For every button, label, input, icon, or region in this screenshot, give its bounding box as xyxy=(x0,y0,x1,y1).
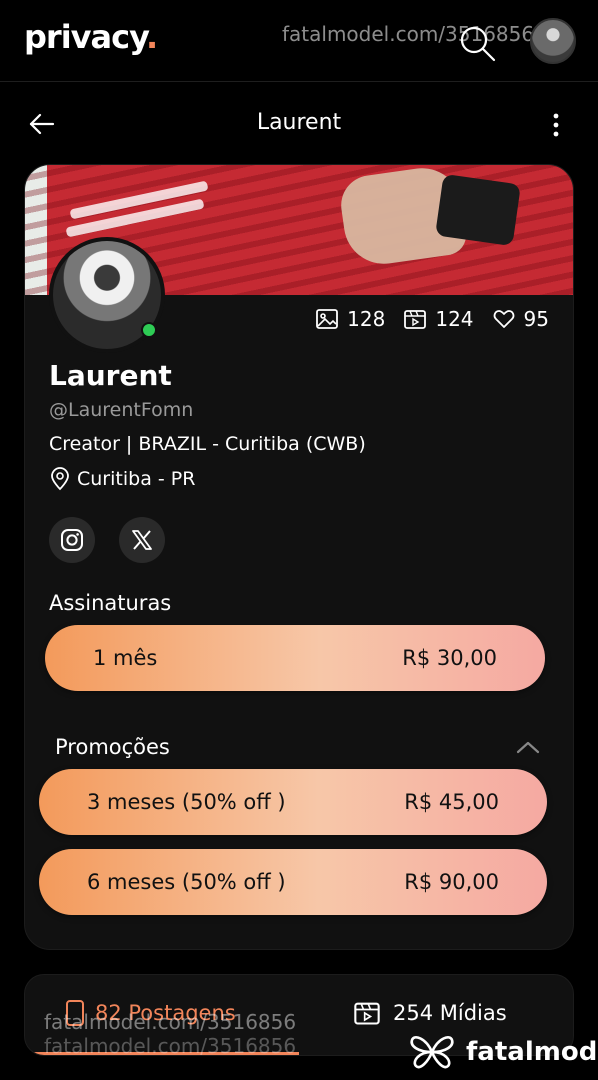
fatalmodel-brand: fatalmodel xyxy=(466,1037,598,1067)
profile-stats: 128 124 95 xyxy=(315,307,549,331)
fatalmodel-logo: fatalmodel xyxy=(408,1032,598,1072)
tab-media[interactable]: 254 Mídias xyxy=(353,999,507,1027)
plan-label: 6 meses (50% off ) xyxy=(87,870,286,894)
chevron-up-icon[interactable] xyxy=(515,739,541,755)
watermark-text: fatalmodel.com/3516856 xyxy=(44,1010,297,1034)
subscriptions-title: Assinaturas xyxy=(49,591,172,615)
privacy-logo[interactable]: privacy. xyxy=(24,18,158,56)
phone-shape xyxy=(435,173,521,247)
image-icon xyxy=(316,309,339,329)
plan-price: R$ 90,00 xyxy=(404,870,499,894)
images-count: 128 xyxy=(347,307,386,331)
videos-count: 124 xyxy=(435,307,474,331)
plan-price: R$ 30,00 xyxy=(402,646,497,670)
more-options-icon[interactable] xyxy=(548,112,564,138)
promotion-plan-6-months[interactable]: 6 meses (50% off ) R$ 90,00 xyxy=(39,849,547,915)
user-avatar[interactable] xyxy=(530,18,576,64)
profile-handle: @LaurentFomn xyxy=(49,399,194,421)
online-status-indicator xyxy=(141,322,157,338)
videos-stat: 124 xyxy=(403,307,474,331)
video-icon xyxy=(354,1002,380,1025)
instagram-button[interactable] xyxy=(49,517,95,563)
likes-count: 95 xyxy=(523,307,549,331)
plan-label: 1 mês xyxy=(93,646,158,670)
instagram-icon xyxy=(61,529,83,551)
likes-stat: 95 xyxy=(492,307,549,331)
search-icon[interactable] xyxy=(458,24,498,64)
subscription-plan-1-month[interactable]: 1 mês R$ 30,00 xyxy=(45,625,545,691)
butterfly-icon xyxy=(410,1036,454,1069)
profile-location: Curitiba - PR xyxy=(49,467,195,491)
profile-bio: Creator | BRAZIL - Curitiba (CWB) xyxy=(49,433,366,455)
video-icon xyxy=(404,310,427,329)
promotion-plan-3-months[interactable]: 3 meses (50% off ) R$ 45,00 xyxy=(39,769,547,835)
location-text: Curitiba - PR xyxy=(77,468,196,490)
plan-price: R$ 45,00 xyxy=(404,790,499,814)
top-bar: privacy. fatalmodel.com/3516856 xyxy=(0,0,598,82)
tab-media-label: 254 Mídias xyxy=(393,1001,507,1025)
profile-nav: Laurent xyxy=(0,100,598,148)
heart-icon xyxy=(493,310,514,328)
watermark-text: fatalmodel.com/3516856 xyxy=(44,1034,297,1058)
profile-card: 128 124 95 Laurent @LaurentFomn Creator … xyxy=(24,164,574,950)
x-button[interactable] xyxy=(119,517,165,563)
profile-name: Laurent xyxy=(49,359,172,392)
x-icon xyxy=(132,530,152,550)
location-pin-icon xyxy=(51,467,69,491)
plan-label: 3 meses (50% off ) xyxy=(87,790,286,814)
promotions-title: Promoções xyxy=(55,735,170,759)
images-stat: 128 xyxy=(315,307,385,331)
page-title: Laurent xyxy=(256,110,342,135)
